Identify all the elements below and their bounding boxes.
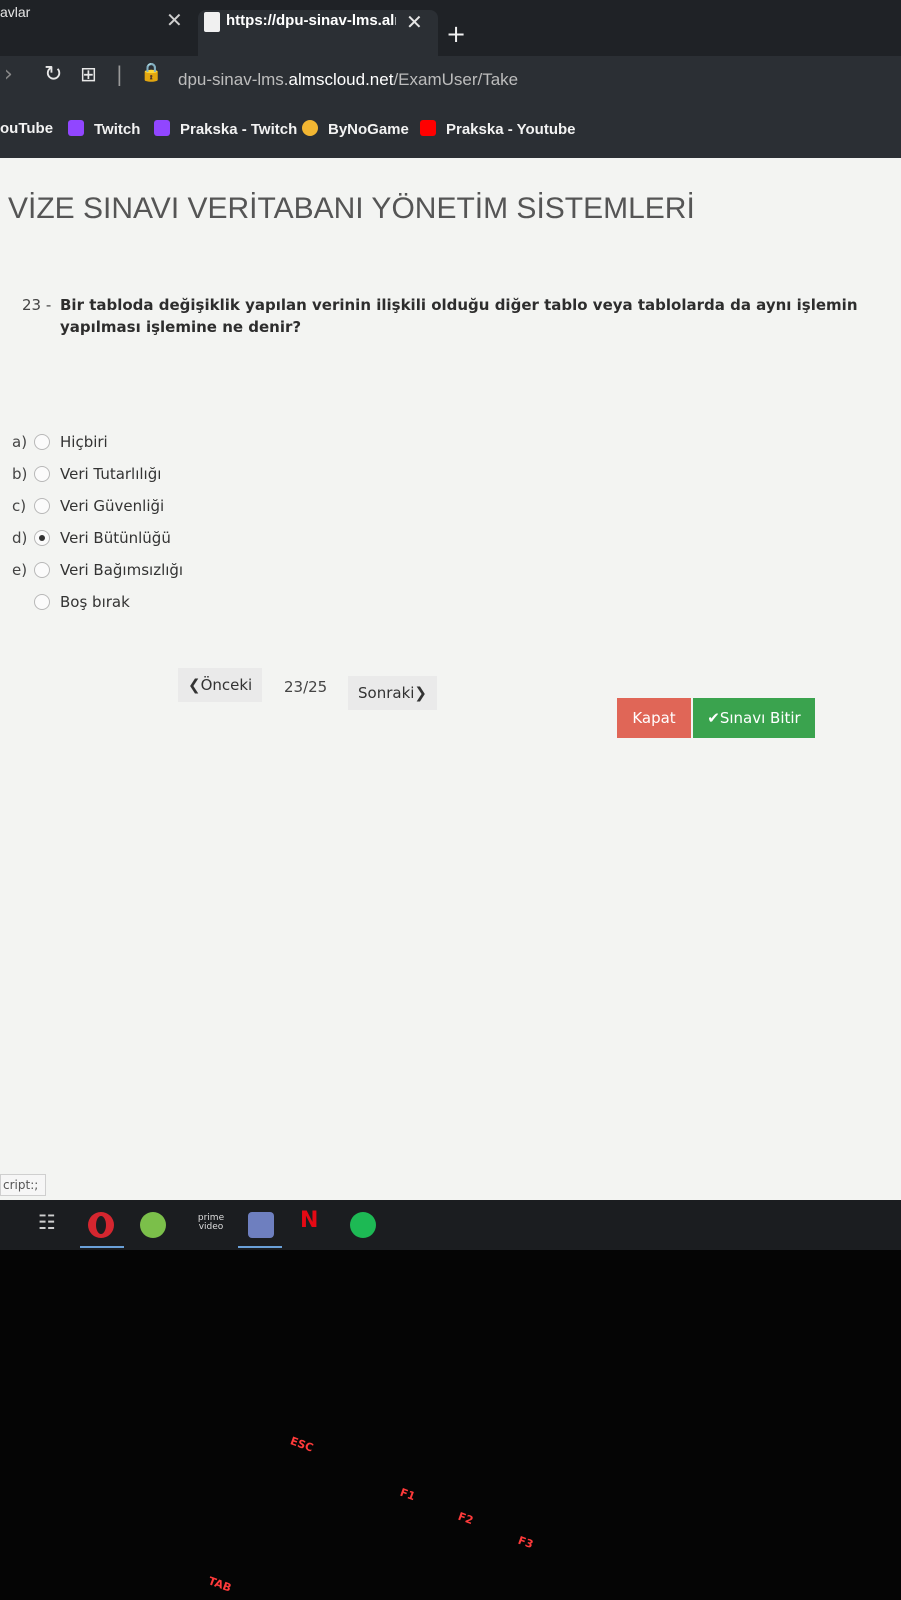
close-button[interactable]: Kapat <box>617 698 691 738</box>
bookmark-youtube[interactable]: ouTube <box>0 120 53 137</box>
key-tab: TAB <box>206 1574 234 1595</box>
bookmark-bynogame-label: ByNoGame <box>328 121 409 138</box>
speed-dial-icon[interactable]: ⊞ <box>80 62 97 86</box>
option-label[interactable]: Veri Bağımsızlığı <box>60 561 183 579</box>
prime-video-icon[interactable]: prime video <box>196 1214 226 1240</box>
address-bar[interactable]: dpu-sinav-lms.almscloud.net/ExamUser/Tak… <box>178 70 518 90</box>
finish-exam-button[interactable]: ✔Sınavı Bitir <box>693 698 815 738</box>
tab-previous-title[interactable]: avlar <box>0 4 30 20</box>
page-title: VİZE SINAVI VERİTABANI YÖNETİM SİSTEMLER… <box>8 192 695 225</box>
option-label[interactable]: Veri Güvenliği <box>60 497 164 515</box>
twitch-icon <box>154 120 170 136</box>
radio-button[interactable] <box>34 498 50 514</box>
taskbar: ☷ prime video N <box>0 1200 901 1250</box>
radio-button[interactable] <box>34 434 50 450</box>
previous-button[interactable]: ❮Önceki <box>178 668 263 702</box>
key-f3: F3 <box>516 1533 535 1552</box>
bookmarks-bar: ouTube Twitch Prakska - Twitch ByNoGame … <box>0 106 901 159</box>
tab-active-title: https://dpu-sinav-lms.alms <box>226 12 396 29</box>
netflix-icon[interactable]: N <box>300 1208 318 1234</box>
bookmark-prakska-youtube[interactable]: Prakska - Youtube <box>420 120 576 138</box>
url-host: almscloud.net <box>288 70 394 89</box>
tab-close-icon[interactable]: ✕ <box>406 10 423 34</box>
option-label[interactable]: Hiçbiri <box>60 433 108 451</box>
option-letter: a) <box>12 433 28 451</box>
utorrent-icon[interactable] <box>140 1212 166 1238</box>
discord-icon[interactable] <box>248 1212 274 1238</box>
tab-active[interactable]: https://dpu-sinav-lms.alms ✕ <box>198 10 438 56</box>
option-label[interactable]: Boş bırak <box>60 593 130 611</box>
radio-button-selected[interactable] <box>34 530 50 546</box>
browser-tab-strip: avlar ✕ https://dpu-sinav-lms.alms ✕ + <box>0 0 901 56</box>
new-tab-icon[interactable]: + <box>446 20 466 48</box>
spotify-icon[interactable] <box>350 1212 376 1238</box>
option-letter: e) <box>12 561 28 579</box>
radio-button[interactable] <box>34 562 50 578</box>
bookmark-bynogame[interactable]: ByNoGame <box>302 120 409 138</box>
browser-toolbar: › ↻ ⊞ | 🔒 dpu-sinav-lms.almscloud.net/Ex… <box>0 56 901 106</box>
lock-icon[interactable]: 🔒 <box>140 62 162 83</box>
keyboard-photo-area: ESC F1 F2 F3 TAB <box>0 1250 901 1600</box>
twitch-icon <box>68 120 84 136</box>
next-button[interactable]: Sonraki❯ <box>348 676 437 710</box>
key-f1: F1 <box>398 1485 417 1504</box>
page-favicon-icon <box>204 12 220 32</box>
bookmark-twitch-label: Twitch <box>94 121 141 138</box>
question-counter: 23/25 <box>284 678 328 696</box>
key-f2: F2 <box>456 1509 475 1528</box>
option-label[interactable]: Veri Tutarlılığı <box>60 465 161 483</box>
bookmark-twitch[interactable]: Twitch <box>68 120 140 138</box>
url-path: /ExamUser/Take <box>393 70 519 89</box>
question-number: 23 - <box>22 296 52 314</box>
toolbar-separator: | <box>116 62 123 86</box>
bookmark-prakska-twitch[interactable]: Prakska - Twitch <box>154 120 297 138</box>
forward-icon[interactable]: › <box>4 62 13 87</box>
bynogame-icon <box>302 120 318 136</box>
bookmark-prakska-twitch-label: Prakska - Twitch <box>180 121 298 138</box>
status-bar-url: cript:; <box>0 1174 46 1196</box>
active-app-indicator <box>80 1246 124 1248</box>
tab-previous-close-icon[interactable]: ✕ <box>166 8 183 32</box>
youtube-icon <box>420 120 436 136</box>
radio-button[interactable] <box>34 594 50 610</box>
active-app-indicator <box>238 1246 282 1248</box>
opera-icon[interactable] <box>88 1212 114 1238</box>
radio-button[interactable] <box>34 466 50 482</box>
question-text: Bir tabloda değişiklik yapılan verinin i… <box>60 296 858 336</box>
key-esc: ESC <box>288 1434 316 1455</box>
task-view-icon[interactable]: ☷ <box>38 1210 56 1234</box>
option-letter: d) <box>12 529 28 547</box>
bookmark-youtube-label: ouTube <box>0 120 54 137</box>
option-label[interactable]: Veri Bütünlüğü <box>60 529 171 547</box>
url-prefix: dpu-sinav-lms. <box>178 70 289 89</box>
bookmark-prakska-youtube-label: Prakska - Youtube <box>446 121 576 138</box>
option-letter: c) <box>12 497 27 515</box>
exam-page: VİZE SINAVI VERİTABANI YÖNETİM SİSTEMLER… <box>0 158 901 1200</box>
reload-icon[interactable]: ↻ <box>44 62 62 87</box>
option-letter: b) <box>12 465 28 483</box>
